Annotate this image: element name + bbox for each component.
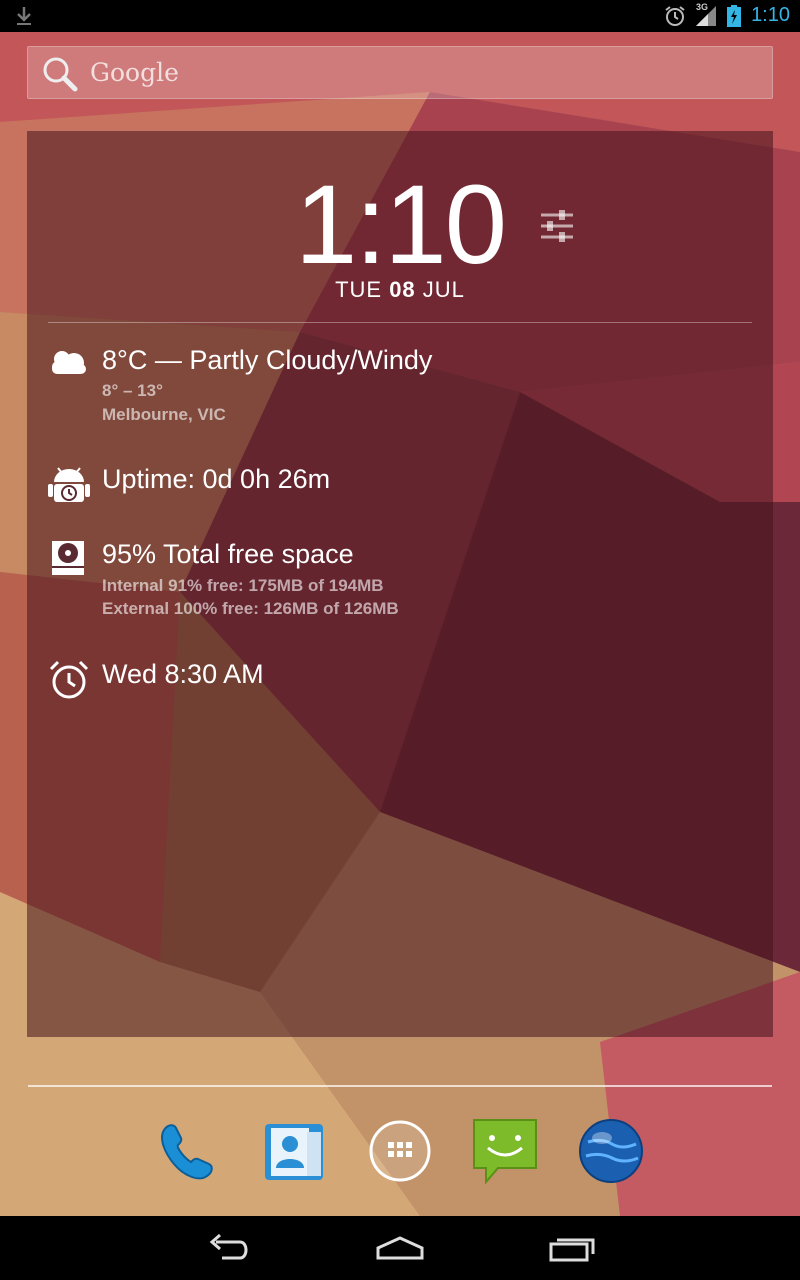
date-num: 08 [389, 277, 416, 302]
search-icon [40, 55, 80, 97]
contacts-icon[interactable] [259, 1118, 325, 1184]
recents-icon[interactable] [547, 1230, 597, 1268]
messaging-icon[interactable] [472, 1118, 538, 1185]
google-search-bar[interactable]: Google [27, 46, 773, 99]
weather-main: 8°C — Partly Cloudy/Windy [102, 345, 433, 375]
storage-internal: Internal 91% free: 175MB of 194MB [102, 576, 384, 595]
weather-location: Melbourne, VIC [102, 405, 226, 424]
cloud-icon [48, 345, 90, 382]
clock-time: 1:10 [295, 162, 507, 287]
dashclock-widget[interactable]: 1:10 TUE 08 JUL 8°C — Partly Cloudy/Wind… [27, 131, 773, 1037]
dock-divider [28, 1085, 772, 1087]
status-time: 1:10 [751, 4, 790, 26]
storage-icon [48, 539, 88, 581]
alarm-main: Wed 8:30 AM [102, 659, 264, 689]
storage-external: External 100% free: 126MB of 126MB [102, 599, 399, 618]
alarm-clock-icon [48, 659, 90, 705]
settings-sliders-icon[interactable] [539, 209, 575, 247]
android-uptime-icon [48, 464, 90, 510]
app-drawer-icon[interactable] [367, 1118, 433, 1184]
storage-main: 95% Total free space [102, 539, 354, 569]
clock[interactable]: 1:10 TUE 08 JUL [27, 169, 773, 303]
download-icon [14, 5, 34, 31]
weather-range: 8° – 13° [102, 381, 163, 400]
back-icon[interactable] [206, 1230, 254, 1268]
status-bar: 3G 1:10 [0, 0, 800, 32]
home-icon[interactable] [375, 1230, 425, 1268]
search-label: Google [90, 58, 179, 87]
signal-icon [694, 4, 720, 32]
phone-icon[interactable] [154, 1118, 220, 1184]
clock-date: TUE 08 JUL [27, 277, 773, 303]
alarm-icon [664, 5, 686, 31]
browser-globe-icon[interactable] [578, 1118, 644, 1184]
uptime-main: Uptime: 0d 0h 26m [102, 464, 331, 494]
navigation-bar [0, 1216, 800, 1280]
battery-charging-icon [727, 5, 741, 31]
widget-divider [48, 322, 752, 323]
date-month: JUL [422, 277, 465, 302]
date-day: TUE [335, 277, 383, 302]
